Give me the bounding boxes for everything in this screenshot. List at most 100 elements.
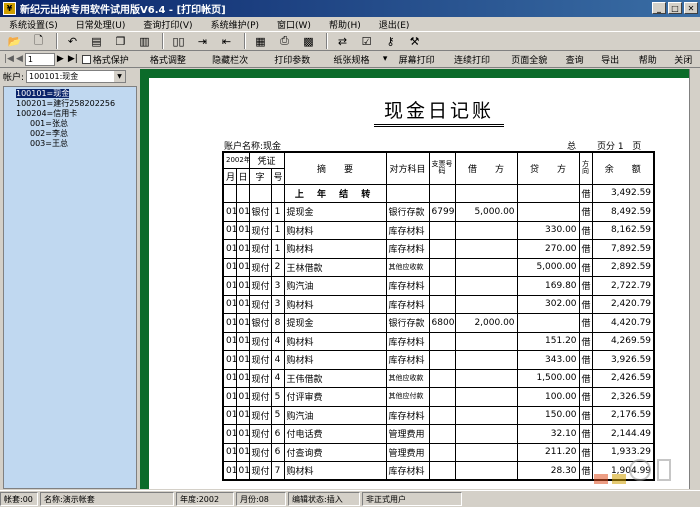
print-params-button[interactable]: 打印参数: [262, 53, 323, 66]
calendar-icon[interactable]: ▩: [298, 33, 319, 50]
first-page-icon[interactable]: |◀: [4, 54, 14, 64]
debit-cell: [454, 331, 518, 351]
query-button[interactable]: 查询: [558, 53, 592, 66]
help-button[interactable]: 帮助: [629, 53, 667, 66]
table-row[interactable]: 0101现付3购汽油库存材料169.80借2,722.79: [222, 276, 655, 296]
transfer-icon[interactable]: ⇄: [332, 33, 353, 50]
tree-node-bank[interactable]: 100201=建行258202256: [6, 99, 134, 109]
tree-node-cash[interactable]: 100101=现金: [6, 89, 134, 99]
account-select[interactable]: 100101:现金 ▼: [26, 70, 127, 83]
maximize-button[interactable]: □: [668, 2, 682, 14]
close-button[interactable]: ✕: [684, 2, 698, 14]
paper-size-dropdown-icon[interactable]: ▾: [380, 54, 390, 64]
balance-cell: 2,420.79: [591, 294, 655, 314]
menu-system-settings[interactable]: 系统设置(S): [0, 18, 67, 31]
vertical-scrollbar[interactable]: [689, 69, 700, 489]
status-name: 名称:演示帐套: [40, 492, 174, 506]
undo-icon[interactable]: ↶: [62, 33, 83, 50]
table-row[interactable]: 0101现付3购材料库存材料302.00借2,420.79: [222, 294, 655, 314]
minimize-button[interactable]: _: [652, 2, 666, 14]
status-ledger-set: 帐套:00: [0, 492, 38, 506]
menu-query-print[interactable]: 查询打印(V): [134, 18, 201, 31]
number-cell: 3: [270, 276, 285, 296]
table-row[interactable]: 0101现付4购材料库存材料151.20借4,269.59: [222, 331, 655, 351]
format-protect-checkbox[interactable]: [81, 54, 91, 64]
debit-cell: [454, 220, 518, 240]
year-header: 2002年: [222, 151, 250, 169]
credit-cell: 150.00: [516, 405, 580, 425]
report-icon[interactable]: ▦: [250, 33, 271, 50]
table-row[interactable]: 0101现付1购材料库存材料330.00借8,162.59: [222, 220, 655, 240]
summary-cell: 购材料: [283, 220, 387, 240]
page-number-input[interactable]: [24, 52, 55, 66]
copy-icon[interactable]: ❐: [110, 33, 131, 50]
prev-page-icon[interactable]: ◀: [16, 54, 23, 64]
tree-node-wang[interactable]: 003=王总: [6, 139, 134, 149]
credit-cell: 5,000.00: [516, 257, 580, 277]
voucher-header: 凭证: [248, 151, 285, 169]
menu-maintenance[interactable]: 系统维护(P): [202, 18, 268, 31]
last-page-icon[interactable]: ▶|: [68, 54, 78, 64]
book-icon[interactable]: ▯▯: [168, 33, 189, 50]
credit-cell: 169.80: [516, 276, 580, 296]
table-row[interactable]: 0101现付4购材料库存材料343.00借3,926.59: [222, 350, 655, 370]
table-row[interactable]: 0101现付5购汽油库存材料150.00借2,176.59: [222, 405, 655, 425]
import-icon[interactable]: ⇥: [192, 33, 213, 50]
debit-cell: [454, 442, 518, 462]
export-icon[interactable]: ⇤: [216, 33, 237, 50]
counter-account-cell: 库存材料: [385, 220, 430, 240]
account-tree: 100101=现金 100201=建行258202256 100204=信用卡 …: [3, 86, 137, 489]
credit-cell: [516, 202, 580, 222]
tree-node-credit-card[interactable]: 100204=信用卡: [6, 109, 134, 119]
table-row[interactable]: 0101现付2王林借款其他应收款5,000.00借2,892.59: [222, 257, 655, 277]
menu-help[interactable]: 帮助(H): [320, 18, 370, 31]
month-cell: 01: [222, 424, 237, 444]
counter-account-cell: 库存材料: [385, 461, 430, 481]
continuous-print-button[interactable]: 连续打印: [443, 53, 500, 66]
print-icon[interactable]: ⎙: [274, 33, 295, 50]
window-title: 新纪元出纳专用软件试用版V6.4 - [打印帐页]: [20, 5, 226, 16]
open-folder-icon[interactable]: 📂: [4, 33, 25, 50]
month-cell: 01: [222, 331, 237, 351]
screen-print-button[interactable]: 屏幕打印: [390, 53, 443, 66]
balance-cell: 4,420.79: [591, 313, 655, 333]
cheque-cell: [428, 424, 456, 444]
cheque-cell: [428, 331, 456, 351]
export-button[interactable]: 导出: [591, 53, 629, 66]
tree-node-li[interactable]: 002=李总: [6, 129, 134, 139]
paper-size-button[interactable]: 纸张规格: [323, 53, 380, 66]
format-adjust-button[interactable]: 格式调整: [137, 53, 198, 66]
menu-daily[interactable]: 日常处理(U): [67, 18, 135, 31]
char-cell: 现付: [248, 387, 272, 407]
month-cell: 01: [222, 294, 237, 314]
day-header: 日: [235, 167, 250, 185]
hide-columns-button[interactable]: 隐藏栏次: [198, 53, 261, 66]
page-overview-button[interactable]: 页面全貌: [501, 53, 558, 66]
voucher-icon[interactable]: ▤: [86, 33, 107, 50]
balance-cell: 2,176.59: [591, 405, 655, 425]
close-print-button[interactable]: 关闭: [666, 53, 700, 66]
table-row[interactable]: 0101现付4王伟借款其他应收款1,500.00借2,426.59: [222, 368, 655, 388]
menu-exit[interactable]: 退出(E): [370, 18, 419, 31]
new-document-icon[interactable]: 🗋: [28, 33, 49, 50]
credit-cell: 302.00: [516, 294, 580, 314]
debit-cell: [454, 276, 518, 296]
table-row[interactable]: 0101现付1购材料库存材料270.00借7,892.59: [222, 239, 655, 259]
title-bar: ¥ 新纪元出纳专用软件试用版V6.4 - [打印帐页] _ □ ✕: [0, 0, 700, 17]
key-icon[interactable]: ⚷: [380, 33, 401, 50]
menu-window[interactable]: 窗口(W): [268, 18, 320, 31]
direction-cell: 借: [578, 276, 593, 296]
table-row[interactable]: 0101银付1提现金银行存款67995,000.00借8,492.59: [222, 202, 655, 222]
table-row[interactable]: 0101银付8提现金银行存款68002,000.00借4,420.79: [222, 313, 655, 333]
paste-icon[interactable]: ▥: [134, 33, 155, 50]
tools-icon[interactable]: ⚒: [404, 33, 425, 50]
check-icon[interactable]: ☑: [356, 33, 377, 50]
title-underline: [374, 124, 504, 127]
cheque-cell: [428, 294, 456, 314]
tree-node-zhang[interactable]: 001=张总: [6, 119, 134, 129]
next-page-icon[interactable]: ▶: [57, 54, 64, 64]
page-navigator: |◀ ◀ ▶ ▶| 格式保护: [0, 52, 137, 66]
chevron-down-icon[interactable]: ▼: [114, 71, 126, 82]
table-row[interactable]: 0101现付5付评审费其他应付款100.00借2,326.59: [222, 387, 655, 407]
watermark-logo-icon: [594, 459, 671, 484]
